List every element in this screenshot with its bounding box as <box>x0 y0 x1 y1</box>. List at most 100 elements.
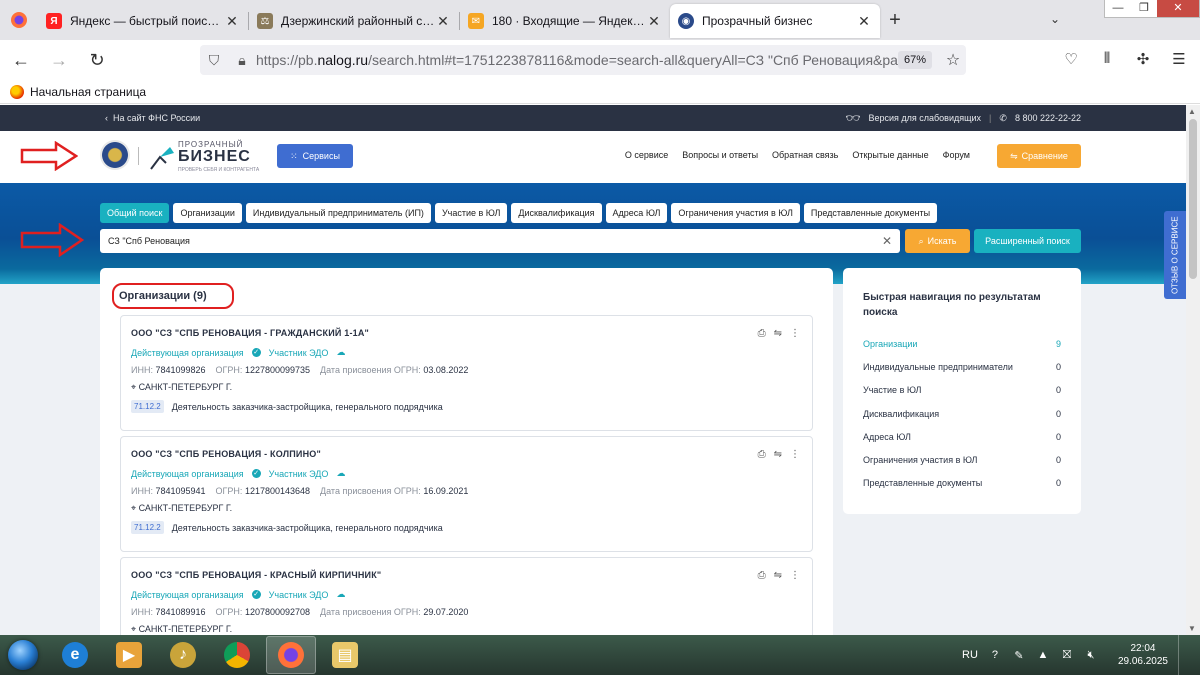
result-card[interactable]: ООО "СЗ "СПБ РЕНОВАЦИЯ - КРАСНЫЙ КИРПИЧН… <box>120 557 813 635</box>
compare-icon[interactable]: ⇋ <box>774 449 782 460</box>
taskbar-chrome[interactable] <box>212 636 262 674</box>
close-tab-icon[interactable]: ✕ <box>224 13 240 30</box>
chip-organizations[interactable]: Организации <box>173 203 242 223</box>
close-tab-icon[interactable]: ✕ <box>856 13 872 30</box>
language-indicator[interactable]: RU <box>962 649 978 661</box>
print-icon[interactable]: ⎙ <box>758 449 766 460</box>
bookmark-star-icon[interactable]: ☆ <box>940 50 966 70</box>
tab-mail[interactable]: ✉ 180 · Входящие — Яндекс Поч ✕ <box>460 4 670 38</box>
new-tab-button[interactable]: + <box>880 0 910 40</box>
shield-icon[interactable]: ⛉ <box>200 52 228 69</box>
nav-about[interactable]: О сервисе <box>625 150 668 160</box>
start-button[interactable] <box>0 635 46 675</box>
quick-nav-item-organizations[interactable]: Организации 9 <box>863 332 1061 355</box>
org-name[interactable]: ООО "СЗ "СПБ РЕНОВАЦИЯ - КРАСНЫЙ КИРПИЧН… <box>131 570 381 580</box>
zoom-level-badge[interactable]: 67% <box>897 51 932 69</box>
compare-icon[interactable]: ⇋ <box>774 570 782 581</box>
tray-clock[interactable]: 22:04 29.06.2025 <box>1118 642 1168 668</box>
nav-faq[interactable]: Вопросы и ответы <box>682 150 758 160</box>
taskbar-media-player[interactable]: ▶ <box>104 636 154 674</box>
chip-individual-entrepreneur[interactable]: Индивидуальный предприниматель (ИП) <box>245 203 431 223</box>
nav-open-data[interactable]: Открытые данные <box>852 150 928 160</box>
bookmark-home[interactable]: Начальная страница <box>30 85 146 99</box>
nav-forum[interactable]: Форум <box>943 150 970 160</box>
transparent-business-logo[interactable]: ПРОЗРАЧНЫЙ БИЗНЕС ПРОВЕРЬ СЕБЯ И КОНТРАГ… <box>148 139 260 175</box>
compare-icon[interactable]: ⇋ <box>774 328 782 339</box>
phone-number[interactable]: 8 800 222-22-22 <box>1015 113 1081 123</box>
pen-icon[interactable]: ✎ <box>1012 649 1026 662</box>
advanced-search-button[interactable]: Расширенный поиск <box>974 229 1081 253</box>
org-name[interactable]: ООО "СЗ "СПБ РЕНОВАЦИЯ - ГРАЖДАНСКИЙ 1-1… <box>131 328 369 338</box>
show-desktop-button[interactable] <box>1178 635 1190 675</box>
feedback-tab[interactable]: ОТЗЫВ О СЕРВИСЕ <box>1164 211 1186 299</box>
quick-nav-item-participation[interactable]: Участие в ЮЛ 0 <box>863 379 1061 402</box>
maximize-button[interactable]: ❐ <box>1131 0 1157 17</box>
quick-nav-item-documents[interactable]: Представленные документы 0 <box>863 472 1061 495</box>
okved-code: 71.12.2 <box>131 521 164 534</box>
scroll-down-arrow-icon[interactable]: ▼ <box>1188 624 1196 633</box>
firefox-icon <box>11 12 27 28</box>
page-scrollbar[interactable]: ▲ ▼ <box>1186 105 1200 635</box>
inn-value: 7841089916 <box>155 607 206 617</box>
result-card[interactable]: ООО "СЗ "СПБ РЕНОВАЦИЯ - ГРАЖДАНСКИЙ 1-1… <box>120 315 813 431</box>
accessibility-link[interactable]: Версия для слабовидящих <box>868 113 981 123</box>
tab-transparent-business[interactable]: ◉ Прозрачный бизнес ✕ <box>670 4 880 38</box>
chip-participation[interactable]: Участие в ЮЛ <box>434 203 508 223</box>
back-button[interactable]: ← <box>4 43 38 77</box>
chip-restrictions[interactable]: Ограничения участия в ЮЛ <box>671 203 800 223</box>
taskbar-ie[interactable]: e <box>50 636 100 674</box>
tab-list-chevron-icon[interactable]: ⌄ <box>1050 12 1060 26</box>
date-label: Дата присвоения ОГРН: <box>320 365 421 375</box>
forward-button[interactable]: → <box>42 43 76 77</box>
search-button[interactable]: ⌕ Искать <box>905 229 970 253</box>
scrollbar-thumb[interactable] <box>1189 119 1197 279</box>
help-icon[interactable]: ? <box>988 649 1002 661</box>
reload-button[interactable]: ↻ <box>80 43 114 77</box>
tray-expand-icon[interactable]: ▲ <box>1036 649 1050 661</box>
url-text[interactable]: https://pb.nalog.ru/search.html#t=175122… <box>256 52 898 68</box>
quick-nav-item-entrepreneurs[interactable]: Индивидуальные предприниматели 0 <box>863 355 1061 378</box>
address-bar[interactable]: ⛉ 🔒︎ https://pb.nalog.ru/search.html#t=1… <box>200 45 966 75</box>
cloud-icon: ☁ <box>336 347 346 357</box>
hamburger-menu-icon[interactable]: ☰ <box>1168 50 1190 68</box>
extensions-icon[interactable]: ✣ <box>1132 50 1154 68</box>
chip-documents[interactable]: Представленные документы <box>803 203 938 223</box>
pocket-icon[interactable]: ♡ <box>1060 50 1082 68</box>
chip-disqualification[interactable]: Дисквалификация <box>511 203 602 223</box>
clear-search-icon[interactable]: ✕ <box>882 234 892 248</box>
network-error-icon[interactable]: ⛝ <box>1060 649 1074 662</box>
firefox-menu-button[interactable] <box>0 0 38 40</box>
compare-button[interactable]: ⇋ Сравнение <box>997 144 1081 168</box>
fns-logo[interactable] <box>100 140 130 170</box>
quick-nav-item-restrictions[interactable]: Ограничения участия в ЮЛ 0 <box>863 448 1061 471</box>
taskbar-firefox[interactable] <box>266 636 316 674</box>
quick-nav-item-disqualification[interactable]: Дисквалификация 0 <box>863 402 1061 425</box>
back-to-fns-link[interactable]: ‹ На сайт ФНС России <box>105 113 200 123</box>
library-icon[interactable]: ⫴ <box>1096 50 1118 68</box>
close-tab-icon[interactable]: ✕ <box>435 13 451 30</box>
minimize-button[interactable]: — <box>1105 0 1131 17</box>
chip-addresses[interactable]: Адреса ЮЛ <box>605 203 668 223</box>
lock-icon[interactable]: 🔒︎ <box>228 52 256 69</box>
volume-muted-icon[interactable]: 🔇︎ <box>1084 649 1098 662</box>
services-button[interactable]: ⁙ Сервисы <box>277 144 353 168</box>
nav-feedback[interactable]: Обратная связь <box>772 150 838 160</box>
taskbar-explorer[interactable]: ▤ <box>320 636 370 674</box>
more-icon[interactable]: ⋮ <box>790 570 800 581</box>
print-icon[interactable]: ⎙ <box>758 328 766 339</box>
org-name[interactable]: ООО "СЗ "СПБ РЕНОВАЦИЯ - КОЛПИНО" <box>131 449 321 459</box>
print-icon[interactable]: ⎙ <box>758 570 766 581</box>
more-icon[interactable]: ⋮ <box>790 449 800 460</box>
chip-general-search[interactable]: Общий поиск <box>100 203 170 223</box>
quick-nav-item-addresses[interactable]: Адреса ЮЛ 0 <box>863 425 1061 448</box>
more-icon[interactable]: ⋮ <box>790 328 800 339</box>
close-window-button[interactable]: ✕ <box>1157 0 1199 17</box>
scroll-up-arrow-icon[interactable]: ▲ <box>1188 107 1196 116</box>
edo-badge: Участник ЭДО <box>268 589 329 600</box>
tab-court[interactable]: ⚖ Дзержинский районный суд г ✕ <box>249 4 459 38</box>
result-card[interactable]: ООО "СЗ "СПБ РЕНОВАЦИЯ - КОЛПИНО" ⎙ ⇋ ⋮ … <box>120 436 813 552</box>
taskbar-speaker-app[interactable]: ♪ <box>158 636 208 674</box>
search-input[interactable]: СЗ "Спб Реновация ✕ <box>100 229 900 253</box>
tab-yandex[interactable]: Я Яндекс — быстрый поиск в и ✕ <box>38 4 248 38</box>
close-tab-icon[interactable]: ✕ <box>646 13 662 30</box>
